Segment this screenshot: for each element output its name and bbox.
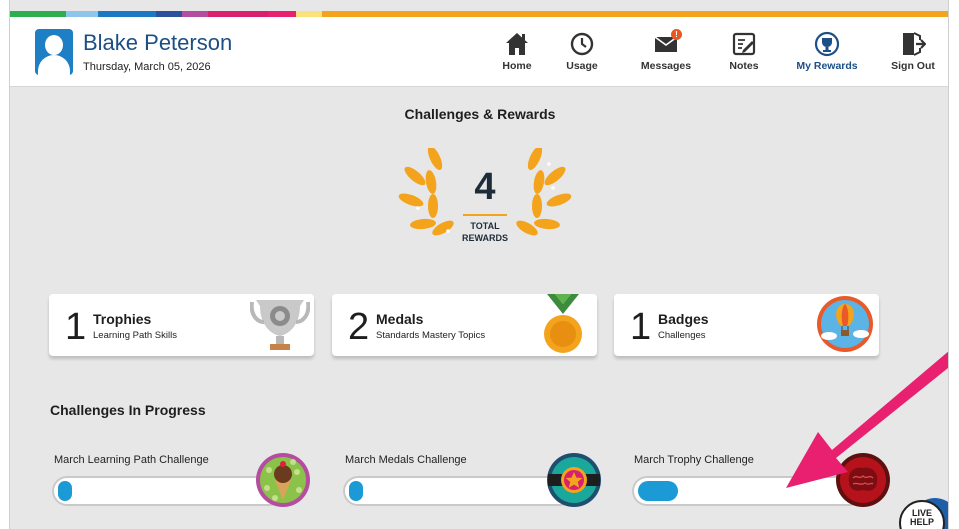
trophy-cup-icon [250,300,310,350]
clock-icon [570,32,594,56]
total-rewards-emblem: 4 TOTAL REWARDS [385,148,585,258]
page-title: Challenges & Rewards [404,106,556,122]
medals-card[interactable]: 2 Medals Standards Mastery Topics [332,294,597,356]
medals-count: 2 [348,306,370,348]
nav-sign-out-label: Sign Out [891,60,935,72]
app-frame: Blake Peterson Thursday, March 05, 2026 … [9,0,949,529]
badges-count: 1 [630,306,652,348]
trophy-icon [814,31,840,57]
total-rewards-count: 4 [474,166,496,208]
challenge-progress-bar [52,476,284,506]
total-rewards-label: TOTAL REWARDS [461,221,508,243]
nav-home-label: Home [502,60,532,72]
home-icon [506,33,528,55]
challenge-learning-path[interactable]: March Learning Path Challenge [50,452,312,516]
medals-subtitle: Standards Mastery Topics [376,330,486,341]
nav-my-rewards-label: My Rewards [796,60,858,72]
avatar[interactable] [35,29,73,75]
trophies-count: 1 [65,306,87,348]
nav-my-rewards[interactable]: My Rewards [787,31,867,75]
header-bar: Blake Peterson Thursday, March 05, 2026 … [10,17,948,87]
nav-messages-label: Messages [640,60,692,72]
challenge-progress-fill [638,481,678,501]
challenge-progress-fill [58,481,72,501]
challenge-progress-fill [349,481,363,501]
medal-icon [544,294,582,353]
nav-usage-label: Usage [566,60,598,72]
badges-title: Badges [658,311,709,327]
challenge-label: March Learning Path Challenge [54,454,209,466]
current-date: Thursday, March 05, 2026 [83,61,211,73]
trophies-subtitle: Learning Path Skills [93,330,177,341]
star-belt-badge-icon [547,453,601,507]
badges-subtitle: Challenges [658,330,706,341]
messages-alert-badge: ! [671,29,682,40]
sign-out-icon [903,32,926,56]
challenge-medals[interactable]: March Medals Challenge [341,452,603,516]
user-name: Blake Peterson [83,30,233,55]
live-help-label-2: HELP [909,517,934,527]
challenge-label: March Trophy Challenge [634,454,754,466]
nav-sign-out[interactable]: Sign Out [876,31,948,75]
medals-title: Medals [376,311,424,327]
nav-usage[interactable]: Usage [545,31,619,75]
trophies-title: Trophies [93,311,152,327]
nav-notes[interactable]: Notes [707,31,781,75]
nav-home[interactable]: Home [480,31,554,75]
annotation-arrow-icon [786,351,948,488]
notes-icon [732,32,756,56]
challenge-label: March Medals Challenge [345,454,467,466]
nav-notes-label: Notes [729,60,759,72]
challenges-in-progress-title: Challenges In Progress [50,402,206,418]
ice-cream-badge-icon [256,453,310,507]
trophies-card[interactable]: 1 Trophies Learning Path Skills [49,294,314,356]
total-divider [463,214,507,216]
challenge-progress-bar [343,476,575,506]
nav-messages[interactable]: ! Messages [629,29,703,75]
